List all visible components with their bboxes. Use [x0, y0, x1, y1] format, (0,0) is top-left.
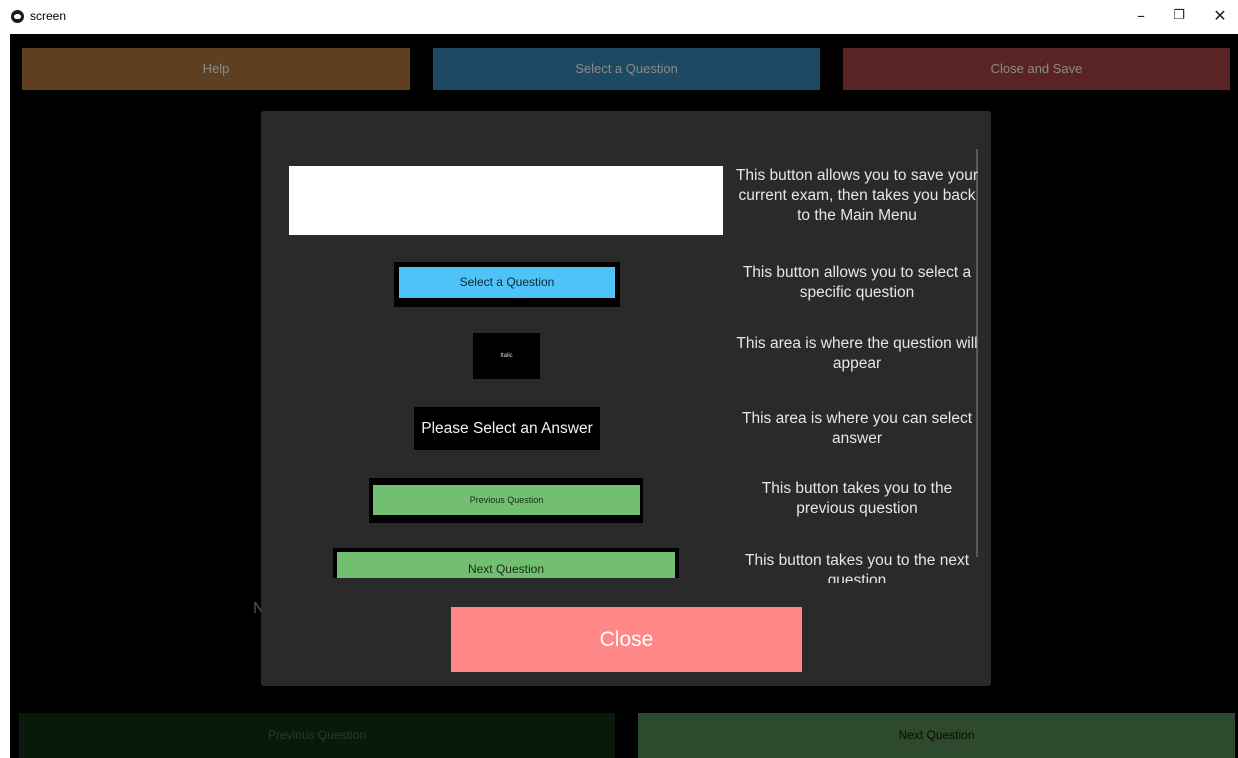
close-window-icon[interactable]: ✕ — [1205, 6, 1235, 26]
description-question-area: This area is where the question will app… — [736, 335, 978, 372]
example-close-and-save-button — [289, 166, 723, 235]
example-question-area: Italic — [473, 333, 540, 379]
example-next-question-button: Next Question — [337, 552, 675, 578]
description-answer-area: This area is where you can select answer — [741, 410, 973, 447]
example-next-frame: Next Question — [333, 548, 679, 578]
example-select-question-button: Select a Question — [399, 267, 615, 298]
close-and-save-button[interactable]: Close and Save — [843, 48, 1230, 90]
maximize-icon[interactable]: ❐ — [1164, 6, 1194, 26]
app-icon — [11, 10, 24, 23]
select-question-button[interactable]: Select a Question — [433, 48, 820, 90]
description-next-clip: This button takes you to the next questi… — [732, 551, 982, 583]
example-previous-frame: Previous Question — [369, 478, 643, 523]
exam-screen: Help Select a Question Close and Save N … — [10, 34, 1238, 758]
description-close-and-save: This button allows you to save your curr… — [735, 167, 979, 224]
minimize-icon[interactable]: – — [1126, 6, 1156, 26]
next-question-button[interactable]: Next Question — [638, 713, 1235, 758]
window-titlebar: screen – ❐ ✕ — [0, 0, 1238, 34]
previous-question-button[interactable]: Previous Question — [19, 713, 615, 758]
description-next-question: This button takes you to the next questi… — [744, 552, 970, 583]
window-title: screen — [30, 9, 67, 23]
help-dialog: This button allows you to save your curr… — [261, 111, 991, 686]
example-select-question-frame: Select a Question — [394, 262, 620, 307]
description-select-question: This button allows you to select a speci… — [742, 264, 972, 301]
help-button[interactable]: Help — [22, 48, 410, 90]
description-previous-question: This button takes you to the previous qu… — [761, 480, 953, 517]
example-answer-area: Please Select an Answer — [414, 407, 600, 450]
example-previous-question-button: Previous Question — [373, 485, 640, 515]
dialog-close-button[interactable]: Close — [451, 607, 802, 672]
